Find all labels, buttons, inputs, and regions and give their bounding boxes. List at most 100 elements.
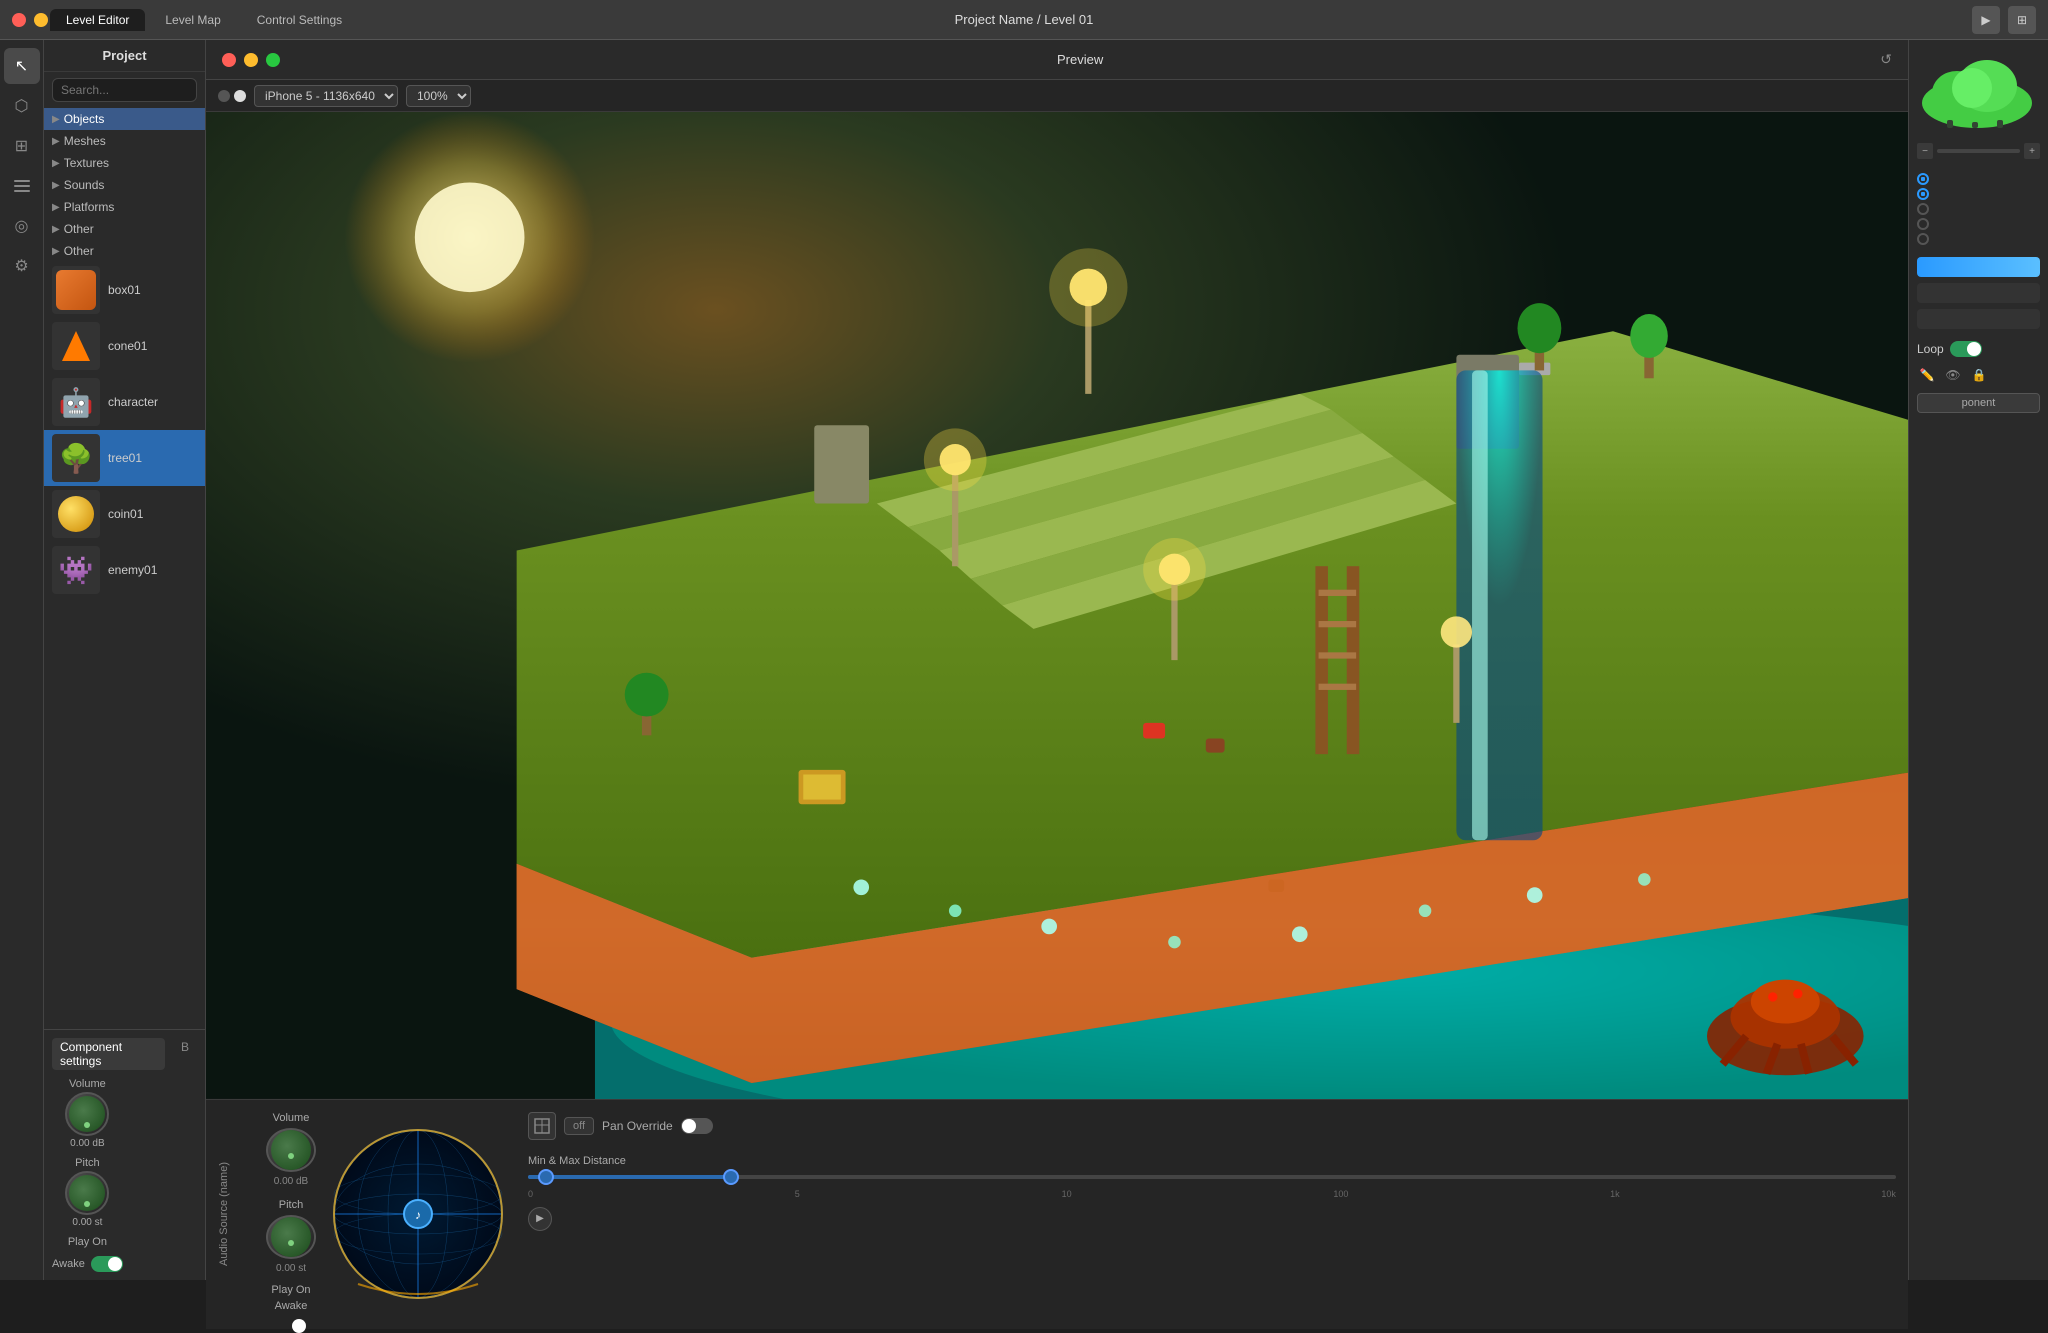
tab-level-editor[interactable]: Level Editor — [50, 9, 145, 31]
radio-option-1[interactable] — [1917, 173, 2040, 185]
list-item[interactable]: cone01 — [44, 318, 205, 374]
box-icon — [56, 270, 96, 310]
tab-level-map[interactable]: Level Map — [149, 9, 236, 31]
tab-control-settings[interactable]: Control Settings — [241, 9, 358, 31]
slider-handle-max[interactable] — [723, 1169, 739, 1185]
slider-fill — [528, 1175, 728, 1179]
slider-handle-min[interactable] — [538, 1169, 554, 1185]
sidebar-title: Project — [102, 48, 146, 63]
object-icon-tree: 🌳 — [52, 434, 100, 482]
volume-label: Volume — [69, 1078, 106, 1090]
sidebar-item-objects[interactable]: ▶ Objects — [44, 108, 205, 130]
pitch-knob-bottom[interactable] — [266, 1215, 316, 1259]
list-item[interactable]: 🤖 character — [44, 374, 205, 430]
object-label: cone01 — [108, 339, 147, 353]
eye-icon[interactable]: 👁 — [1943, 365, 1963, 385]
sidebar: Project ▶ Objects ▶ Meshes ▶ Textures ▶ … — [44, 40, 206, 1280]
pan-override-label: Pan Override — [602, 1119, 673, 1133]
search-input[interactable] — [52, 78, 197, 102]
shapes-tool[interactable]: ⬡ — [4, 88, 40, 124]
device-select[interactable]: iPhone 5 - 1136x640 — [254, 85, 398, 107]
awake-toggle[interactable] — [91, 1256, 123, 1272]
cloud-svg — [1917, 48, 2037, 128]
zoom-control-row: − + — [1917, 143, 2040, 159]
slider-marks: 0 5 10 100 1k 10k — [528, 1189, 1896, 1199]
list-item[interactable]: 🌳 tree01 — [44, 430, 205, 486]
comp-settings-tabs: Component settings B — [52, 1038, 197, 1070]
minimize-button[interactable] — [34, 13, 48, 27]
pitch-label: Pitch — [75, 1157, 99, 1169]
sidebar-item-textures[interactable]: ▶ Textures — [44, 152, 205, 174]
knob-inner — [69, 1175, 105, 1211]
pan-icon-btn[interactable] — [528, 1112, 556, 1140]
sidebar-header: Project — [44, 40, 205, 72]
settings-tool[interactable]: ⚙ — [4, 248, 40, 284]
sidebar-item-meshes[interactable]: ▶ Meshes — [44, 130, 205, 152]
cone-icon — [62, 331, 90, 361]
pitch-knob[interactable] — [65, 1171, 109, 1215]
layers-tool[interactable] — [4, 168, 40, 204]
object-icon-box — [52, 266, 100, 314]
zoom-slider[interactable] — [1937, 149, 2020, 153]
preview-area: Preview ↺ iPhone 5 - 1136x640 100% — [206, 40, 1908, 1099]
pitch-st: 0.00 st — [276, 1263, 306, 1274]
audio-source-label: Audio Source (name) — [218, 1162, 230, 1266]
right-icons-row: ✏️ 👁 🔒 — [1917, 365, 2040, 385]
refresh-icon[interactable]: ↺ — [1880, 51, 1892, 68]
sidebar-item-platforms[interactable]: ▶ Platforms — [44, 196, 205, 218]
enemy-icon: 👾 — [59, 554, 94, 587]
list-item[interactable]: coin01 — [44, 486, 205, 542]
play-audio-btn[interactable]: ▶ — [528, 1207, 552, 1231]
component-button[interactable]: ponent — [1917, 393, 2040, 413]
loop-toggle[interactable] — [1950, 341, 1982, 357]
edit-icon[interactable]: ✏️ — [1917, 365, 1937, 385]
object-icon-character: 🤖 — [52, 378, 100, 426]
preview-toolbar: iPhone 5 - 1136x640 100% — [206, 80, 1908, 112]
title-bar-actions: ▶ ⊞ — [1972, 6, 2036, 34]
zoom-plus-btn[interactable]: + — [2024, 143, 2040, 159]
play-button[interactable]: ▶ — [1972, 6, 2000, 34]
title-bar: Level Editor Level Map Control Settings … — [0, 0, 2048, 40]
tab-b[interactable]: B — [173, 1038, 197, 1070]
spatial-audio-sphere: ♪ — [328, 1112, 508, 1317]
grid-tool[interactable]: ⊞ — [4, 128, 40, 164]
grid-button[interactable]: ⊞ — [2008, 6, 2036, 34]
preview-close[interactable] — [222, 53, 236, 67]
zoom-minus-btn[interactable]: − — [1917, 143, 1933, 159]
pan-override-toggle[interactable] — [681, 1118, 713, 1134]
lock-icon[interactable]: 🔒 — [1969, 365, 1989, 385]
preview-minimize[interactable] — [244, 53, 258, 67]
object-label: enemy01 — [108, 563, 157, 577]
dot-on[interactable] — [234, 90, 246, 102]
sphere-svg: ♪ — [328, 1124, 508, 1304]
pan-override-row: off Pan Override — [528, 1112, 1896, 1140]
sidebar-item-other2[interactable]: ▶ Other — [44, 240, 205, 262]
awake-row: Awake — [52, 1256, 123, 1272]
list-item[interactable]: 👾 enemy01 — [44, 542, 205, 598]
radio-option-3[interactable] — [1917, 203, 2040, 215]
radio-circle-4 — [1917, 218, 1929, 230]
pan-off-btn[interactable]: off — [564, 1117, 594, 1135]
preview-canvas — [206, 112, 1908, 1099]
volume-knob[interactable] — [65, 1092, 109, 1136]
list-item[interactable]: box01 — [44, 262, 205, 318]
cursor-tool[interactable]: ↖ — [4, 48, 40, 84]
dot-off[interactable] — [218, 90, 230, 102]
volume-knob-bottom[interactable] — [266, 1128, 316, 1172]
radio-group — [1917, 173, 2040, 245]
zoom-select[interactable]: 100% — [406, 85, 471, 107]
globe-tool[interactable]: ◎ — [4, 208, 40, 244]
radio-option-2[interactable] — [1917, 188, 2040, 200]
sidebar-item-sounds[interactable]: ▶ Sounds — [44, 174, 205, 196]
audio-controls: Volume 0.00 dB Pitch — [52, 1078, 197, 1272]
volume-label-bottom: Volume — [273, 1112, 310, 1124]
close-button[interactable] — [12, 13, 26, 27]
sidebar-item-other1[interactable]: ▶ Other — [44, 218, 205, 240]
character-icon: 🤖 — [59, 386, 94, 419]
object-label: tree01 — [108, 451, 142, 465]
tab-component-settings[interactable]: Component settings — [52, 1038, 165, 1070]
device-indicator — [218, 90, 246, 102]
preview-maximize[interactable] — [266, 53, 280, 67]
radio-option-5[interactable] — [1917, 233, 2040, 245]
radio-option-4[interactable] — [1917, 218, 2040, 230]
